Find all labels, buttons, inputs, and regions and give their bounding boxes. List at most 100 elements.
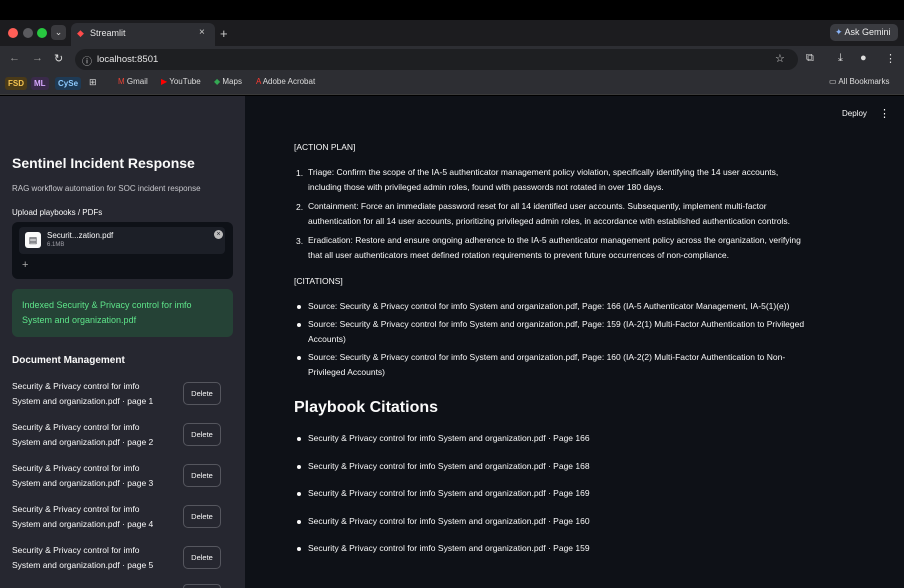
delete-button[interactable]: Delete (183, 423, 221, 446)
citation-item: Source: Security & Privacy control for i… (308, 317, 804, 347)
url-text: localhost:8501 (97, 54, 159, 65)
playbook-citations-heading: Playbook Citations (294, 399, 439, 416)
gemini-icon: ✦ (835, 27, 845, 37)
document-name-line-1: Security & Privacy control for imfo (12, 381, 140, 391)
document-name-line-2: System and organization.pdf · page 2 (12, 437, 154, 447)
browser-menu-icon[interactable]: ⋮ (885, 52, 896, 65)
new-tab-button[interactable]: + (220, 26, 228, 41)
deploy-button[interactable]: Deploy (842, 109, 867, 118)
bullet (297, 465, 301, 469)
back-icon[interactable]: ← (9, 52, 20, 64)
document-row: Security & Privacy control for imfo Syste… (12, 379, 233, 415)
playbook-citation: Security & Privacy control for imfo Syst… (308, 433, 590, 443)
delete-button[interactable]: Delete (183, 546, 221, 569)
delete-button[interactable]: Delete (183, 464, 221, 487)
fsd-chip[interactable]: FSD (5, 77, 27, 90)
action-item-line-1: Eradication: Restore and ensure ongoing … (308, 235, 801, 245)
ml-chip[interactable]: ML (31, 77, 49, 90)
document-name: Security & Privacy control for imfo Syste… (12, 379, 177, 409)
playbook-citation: Security & Privacy control for imfo Syst… (308, 488, 590, 498)
document-name-line-2: System and organization.pdf · page 3 (12, 478, 154, 488)
playbook-citation: Security & Privacy control for imfo Syst… (308, 516, 590, 526)
minimize-window-button[interactable] (23, 28, 33, 38)
bullet (297, 356, 301, 360)
document-name: Security & Privacy control for imfo Syste… (12, 543, 177, 573)
forward-icon[interactable]: → (32, 52, 43, 64)
citation-item: Source: Security & Privacy control for i… (308, 350, 785, 380)
action-item: Triage: Confirm the scope of the IA-5 au… (308, 165, 778, 195)
citation-item: Source: Security & Privacy control for i… (308, 299, 789, 314)
tab-streamlit[interactable]: ◆ Streamlit × (71, 23, 215, 46)
action-item: Eradication: Restore and ensure ongoing … (308, 233, 801, 263)
download-icon[interactable]: ⤓ (838, 52, 843, 65)
tab-close-icon[interactable]: × (199, 27, 205, 38)
ask-gemini-label: Ask Gemini (844, 27, 891, 37)
close-window-button[interactable] (8, 28, 18, 38)
ask-gemini-button[interactable]: ✦ Ask Gemini (830, 24, 898, 41)
gmail-icon: M (118, 77, 125, 86)
action-item-line-2: that all user authenticators meet define… (308, 250, 729, 260)
document-name-line-1: Security & Privacy control for imfo (12, 545, 140, 555)
file-size: 6.1MB (47, 242, 65, 248)
streamlit-icon: ◆ (77, 28, 84, 38)
bookmark-maps[interactable]: ◆ Maps (214, 77, 242, 86)
document-name: Security & Privacy control for imfo Syste… (12, 461, 177, 491)
top-black-strip (0, 0, 904, 20)
profile-avatar[interactable]: ● (860, 52, 867, 64)
apps-grid-icon[interactable]: ⊞ (89, 77, 97, 88)
delete-button[interactable]: Delete (183, 382, 221, 405)
success-alert: Indexed Security & Privacy control for i… (12, 289, 233, 337)
bullet (297, 520, 301, 524)
citation-line-1: Source: Security & Privacy control for i… (308, 352, 786, 362)
document-row: Security & Privacy control for imfo Syste… (12, 420, 233, 456)
extensions-icon[interactable]: ⧉ (806, 52, 814, 65)
acrobat-label: Adobe Acrobat (262, 77, 316, 86)
playbook-citation: Security & Privacy control for imfo Syst… (308, 461, 590, 471)
folder-icon: ▭ (829, 77, 837, 86)
bookmark-star-icon[interactable]: ☆ (775, 52, 785, 65)
document-name-line-1: Security & Privacy control for imfo (12, 463, 140, 473)
document-name: Security & Privacy control for imfo Syste… (12, 420, 177, 450)
all-bookmarks-label: All Bookmarks (838, 77, 890, 86)
maps-icon: ◆ (214, 77, 221, 86)
document-row: Security & Privacy control for imfo Syste… (12, 461, 233, 497)
reload-icon[interactable]: ↻ (54, 52, 63, 65)
action-item: Containment: Force an immediate password… (308, 199, 790, 229)
site-info-icon[interactable]: ⓘ (82, 53, 92, 68)
action-plan-heading: [ACTION PLAN] (294, 142, 356, 152)
tab-search-button[interactable]: ⌄ (51, 25, 66, 40)
bullet (297, 305, 301, 309)
delete-button-partial[interactable] (183, 584, 221, 588)
file-name: Securit...zation.pdf (47, 231, 114, 240)
maximize-window-button[interactable] (37, 28, 47, 38)
all-bookmarks[interactable]: ▭ All Bookmarks (829, 77, 889, 86)
youtube-label: YouTube (169, 77, 201, 86)
app-subtitle: RAG workflow automation for SOC incident… (12, 184, 201, 193)
action-number: 1. (296, 168, 304, 178)
document-name-line-2: System and organization.pdf · page 1 (12, 396, 154, 406)
maps-label: Maps (222, 77, 242, 86)
document-row: Security & Privacy control for imfo Syste… (12, 543, 233, 579)
delete-button[interactable]: Delete (183, 505, 221, 528)
document-name: Security & Privacy control for imfo Syste… (12, 502, 177, 532)
upload-label: Upload playbooks / PDFs (12, 208, 103, 217)
bookmark-gmail[interactable]: M Gmail (118, 77, 148, 86)
action-item-line-2: authentication for all 14 user accounts,… (308, 216, 790, 226)
citation-line-2: Privileged Accounts) (308, 367, 386, 377)
citation-line-1: Source: Security & Privacy control for i… (308, 319, 805, 329)
gmail-label: Gmail (126, 77, 148, 86)
action-item-line-1: Triage: Confirm the scope of the IA-5 au… (308, 167, 779, 177)
address-bar[interactable]: ⓘ localhost:8501 ☆ (75, 49, 798, 70)
document-name-line-1: Security & Privacy control for imfo (12, 504, 140, 514)
document-name-line-1: Security & Privacy control for imfo (12, 422, 140, 432)
bookmark-youtube[interactable]: ▶ YouTube (161, 77, 201, 86)
add-file-icon[interactable]: + (22, 259, 28, 271)
bookmark-acrobat[interactable]: A Adobe Acrobat (256, 77, 315, 86)
main-menu-icon[interactable]: ⋮ (879, 107, 890, 120)
cyse-chip[interactable]: CySe (55, 77, 82, 90)
app-title: Sentinel Incident Response (12, 155, 195, 171)
remove-file-icon[interactable]: × (214, 230, 223, 239)
bullet (297, 323, 301, 327)
tab-title: Streamlit (90, 28, 126, 38)
acrobat-icon: A (256, 77, 261, 86)
